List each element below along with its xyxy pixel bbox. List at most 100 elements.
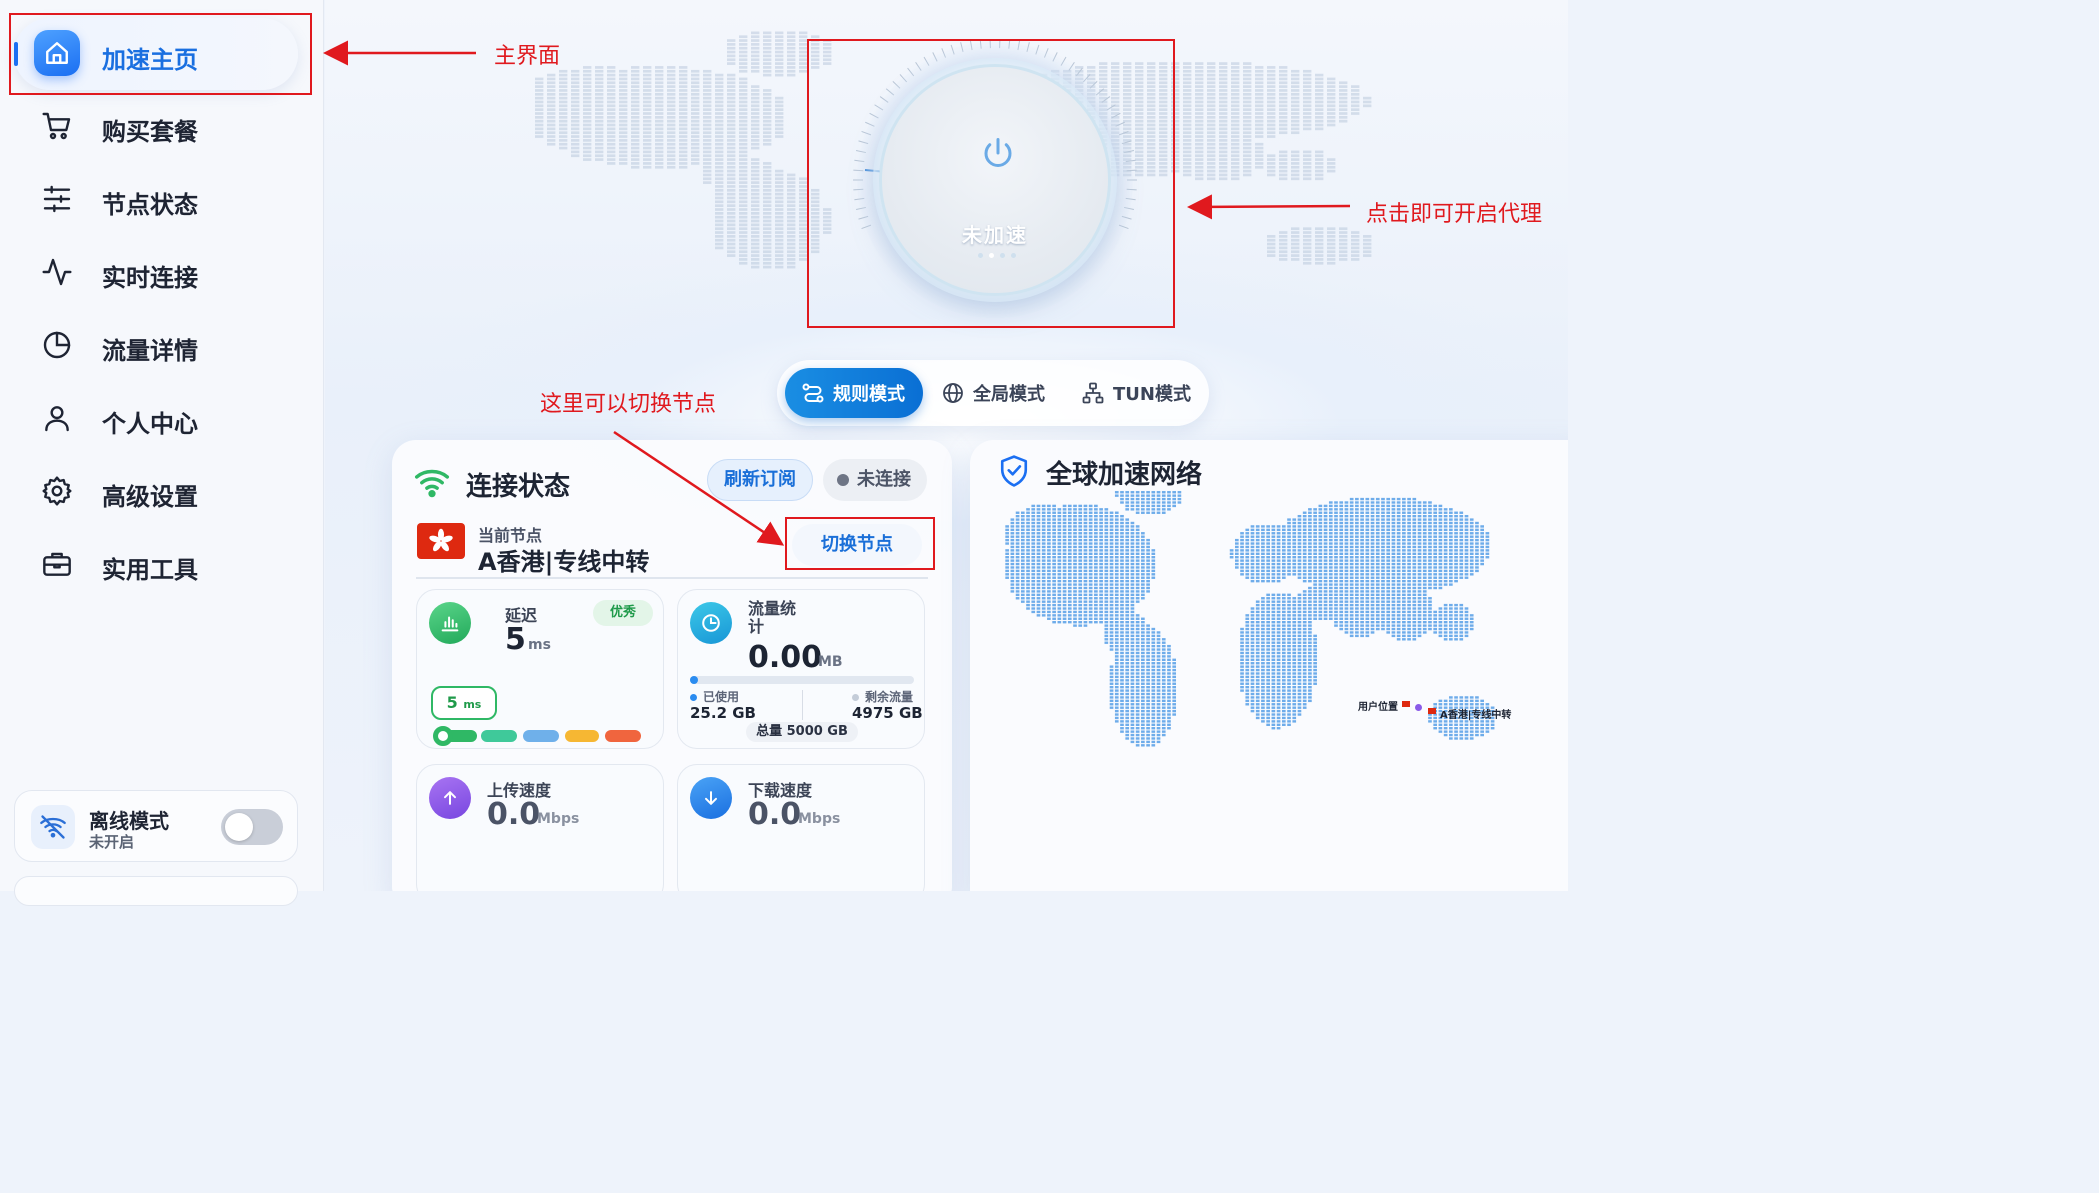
map-dot	[1308, 675, 1312, 679]
map-dot	[1156, 692, 1161, 696]
map-dot	[1266, 648, 1270, 651]
map-dot	[1287, 600, 1291, 603]
map-dot	[1088, 621, 1093, 624]
map-dot	[1141, 720, 1145, 723]
map-dot	[1005, 549, 1009, 552]
map-dot	[1130, 590, 1135, 593]
map-dot	[1291, 104, 1300, 108]
map-dot	[1015, 593, 1020, 597]
map-dot	[1281, 556, 1286, 559]
map-dot	[1315, 158, 1324, 161]
map-dot	[1339, 535, 1344, 538]
map-dot	[1313, 679, 1317, 682]
map-dot	[1243, 162, 1252, 165]
map-dot	[1146, 501, 1150, 504]
map-dot	[1255, 77, 1264, 81]
sidebar-item-tools[interactable]: 实用工具	[14, 528, 298, 600]
map-dot	[1396, 621, 1401, 624]
map-dot	[1130, 556, 1135, 559]
map-dot	[1360, 559, 1364, 562]
map-dot	[1073, 556, 1077, 559]
mode-global[interactable]: 全局模式	[937, 368, 1055, 418]
map-dot	[1266, 689, 1270, 692]
map-dot	[1308, 644, 1312, 648]
map-dot	[1125, 535, 1130, 538]
map-dot	[1243, 81, 1252, 85]
map-dot	[1219, 77, 1228, 81]
map-dot	[559, 116, 568, 119]
map-dot	[1292, 573, 1297, 576]
map-dot	[763, 131, 772, 135]
map-dot	[1151, 675, 1156, 679]
map-dot	[1141, 672, 1145, 675]
map-dot	[1067, 614, 1072, 617]
map-dot	[1114, 614, 1119, 617]
map-dot	[1219, 69, 1228, 73]
map-dot	[1276, 655, 1281, 658]
map-dot	[1120, 501, 1124, 504]
map-dot	[1396, 638, 1401, 641]
map-dot	[739, 150, 748, 154]
map-dot	[1067, 597, 1072, 600]
map-dot	[1130, 566, 1135, 569]
map-dot	[1250, 672, 1255, 675]
map-dot	[1135, 720, 1140, 723]
map-dot	[1094, 542, 1098, 545]
sidebar-item-live-connections[interactable]: 实时连接	[14, 236, 298, 308]
map-dot	[1308, 655, 1312, 658]
sidebar-item-profile[interactable]: 个人中心	[14, 382, 298, 454]
refresh-subscription-button[interactable]: 刷新订阅	[707, 459, 813, 501]
map-dot	[1255, 538, 1260, 542]
map-dot	[1370, 497, 1375, 501]
map-dot	[547, 85, 556, 88]
map-dot	[1195, 89, 1204, 92]
map-dot	[1094, 573, 1098, 576]
offline-mode-toggle[interactable]	[221, 809, 283, 845]
map-dot	[1130, 573, 1135, 576]
sidebar-item-traffic[interactable]: 流量详情	[14, 309, 298, 381]
map-dot	[1062, 508, 1067, 511]
map-dot	[1339, 579, 1344, 583]
map-dot	[1255, 158, 1264, 161]
map-dot	[1318, 610, 1323, 614]
map-dot	[1125, 586, 1130, 590]
map-dot	[1135, 723, 1140, 726]
map-dot	[1146, 709, 1150, 713]
map-dot	[703, 85, 712, 88]
map-dot	[1287, 713, 1291, 716]
sidebar-item-node-status[interactable]: 节点状态	[14, 163, 298, 235]
map-dot	[775, 169, 784, 173]
map-dot	[1279, 104, 1288, 108]
map-dot	[1130, 689, 1135, 692]
map-dot	[1125, 617, 1130, 620]
map-dot	[1109, 672, 1114, 675]
map-dot	[583, 77, 592, 81]
map-dot	[1370, 556, 1375, 559]
map-dot	[1088, 610, 1093, 614]
map-dot	[1151, 576, 1156, 579]
mode-tun[interactable]: TUN模式	[1077, 368, 1201, 418]
map-dot	[1083, 511, 1088, 514]
map-dot	[1339, 104, 1348, 108]
map-dot	[643, 142, 652, 146]
map-dot	[1355, 504, 1359, 508]
map-dot	[655, 108, 664, 112]
map-dot	[1041, 508, 1046, 511]
map-dot	[547, 123, 556, 127]
map-dot	[1355, 518, 1359, 521]
map-dot	[1146, 713, 1150, 716]
map-dot	[1391, 545, 1396, 549]
map-dot	[1195, 142, 1204, 146]
map-dot	[1245, 552, 1250, 555]
map-dot	[1005, 566, 1009, 569]
sidebar-item-buy[interactable]: 购买套餐	[14, 90, 298, 162]
sidebar-item-settings[interactable]: 高级设置	[14, 455, 298, 527]
map-dot	[679, 100, 688, 104]
map-dot	[1062, 586, 1067, 590]
map-dot	[1245, 648, 1250, 651]
map-dot	[1370, 576, 1375, 579]
map-dot	[1255, 624, 1260, 627]
map-dot	[1078, 590, 1083, 593]
mode-rule[interactable]: 规则模式	[785, 368, 923, 418]
map-dot	[1396, 631, 1401, 634]
